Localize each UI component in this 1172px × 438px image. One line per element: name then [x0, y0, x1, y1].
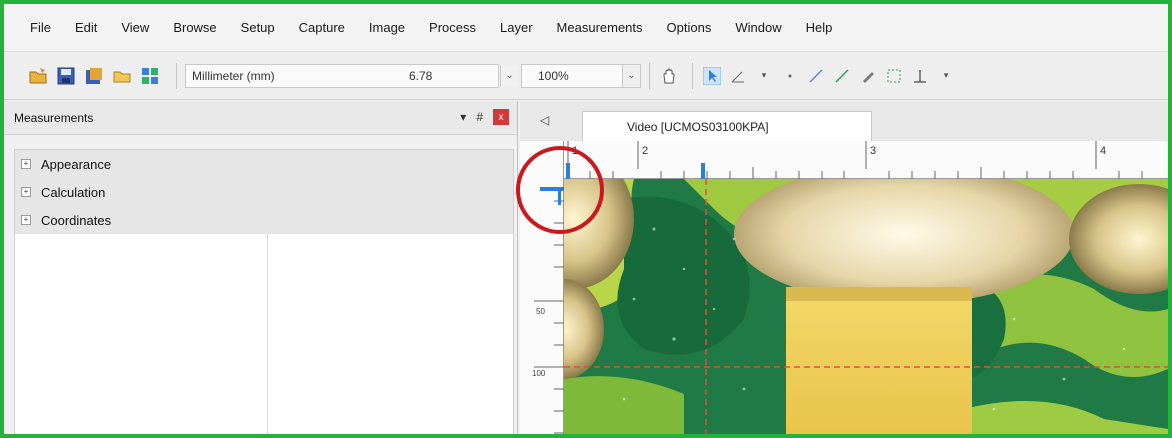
tab-title: Video [UCMOS03100KPA]: [627, 119, 769, 134]
chevron-down-icon[interactable]: ▾: [753, 65, 775, 87]
highlight-circle: [516, 146, 604, 234]
line-icon[interactable]: [805, 65, 827, 87]
browse-folder-icon[interactable]: [112, 66, 132, 86]
menu-capture[interactable]: Capture: [299, 20, 345, 35]
section-label: Calculation: [41, 184, 106, 200]
expand-icon[interactable]: +: [21, 215, 31, 225]
angle-icon[interactable]: [727, 65, 749, 87]
ruler-label: 100: [532, 369, 546, 378]
tab-scroll-left-icon[interactable]: ◁: [540, 113, 549, 127]
ruler-label: 2: [642, 145, 649, 157]
toolbar: Millimeter (mm) ⌄ 6.78 ⌄ 100% ⌄ ▾: [4, 52, 1168, 100]
perpendicular-icon[interactable]: [909, 65, 931, 87]
save-all-icon[interactable]: [84, 66, 104, 86]
section-label: Appearance: [41, 156, 112, 172]
image-viewport[interactable]: [564, 179, 1168, 434]
expand-icon[interactable]: +: [21, 159, 31, 169]
toolbar-separator: [692, 62, 693, 89]
menu-options[interactable]: Options: [667, 20, 712, 35]
pointer-icon[interactable]: [701, 65, 723, 87]
save-icon[interactable]: [56, 66, 76, 86]
menu-layer[interactable]: Layer: [500, 20, 533, 35]
pin-icon[interactable]: ▾: [460, 110, 466, 124]
panel-header: Measurements ▾ # x: [4, 101, 517, 135]
property-grid: + Appearance + Calculation + Coordinates: [14, 149, 514, 434]
document-area: ◁ Video [UCMOS03100KPA] 1 2 3 4 50 100: [520, 101, 1168, 434]
menu-measurements[interactable]: Measurements: [557, 20, 643, 35]
property-section-coordinates[interactable]: + Coordinates: [15, 206, 513, 234]
chevron-down-icon[interactable]: ⌄: [500, 64, 518, 87]
float-icon[interactable]: #: [476, 110, 483, 124]
menu-edit[interactable]: Edit: [75, 20, 97, 35]
menu-process[interactable]: Process: [429, 20, 476, 35]
menu-image[interactable]: Image: [369, 20, 405, 35]
section-label: Coordinates: [41, 212, 112, 228]
microscope-image: [564, 179, 1168, 434]
menu-bar: File Edit View Browse Setup Capture Imag…: [4, 4, 1168, 52]
menu-view[interactable]: View: [121, 20, 149, 35]
menu-window[interactable]: Window: [735, 20, 781, 35]
panel-controls: ▾ # x: [460, 109, 509, 125]
unit-select[interactable]: Millimeter (mm) ⌄: [185, 63, 410, 88]
column-divider[interactable]: [267, 234, 268, 434]
zoom-select-value: 100%: [538, 68, 569, 83]
ruler-label: 3: [870, 145, 877, 157]
panel-title: Measurements: [14, 110, 94, 125]
scale-select-value: 6.78: [409, 68, 433, 83]
unit-select-value: Millimeter (mm): [192, 68, 275, 83]
close-icon[interactable]: x: [493, 109, 509, 125]
pen-icon[interactable]: [857, 65, 879, 87]
chevron-down-icon[interactable]: ▾: [935, 65, 957, 87]
expand-icon[interactable]: +: [21, 187, 31, 197]
menu-browse[interactable]: Browse: [173, 20, 216, 35]
layout-icon[interactable]: [140, 66, 160, 86]
pan-hand-icon[interactable]: [658, 65, 680, 87]
point-icon[interactable]: [779, 65, 801, 87]
tab-strip: ◁ Video [UCMOS03100KPA]: [520, 101, 1168, 141]
menu-setup[interactable]: Setup: [241, 20, 275, 35]
ruler-label: 50: [536, 307, 545, 316]
menu-help[interactable]: Help: [806, 20, 833, 35]
horizontal-ruler[interactable]: 1 2 3 4: [564, 141, 1168, 179]
property-section-appearance[interactable]: + Appearance: [15, 150, 513, 178]
scale-select[interactable]: 6.78 ⌄: [389, 63, 518, 88]
polyline-icon[interactable]: [831, 65, 853, 87]
measurements-panel: Measurements ▾ # x + Appearance + Calcul…: [4, 101, 518, 434]
tab-video[interactable]: Video [UCMOS03100KPA]: [582, 111, 872, 141]
toolbar-separator: [176, 62, 177, 89]
open-folder-icon[interactable]: [28, 66, 48, 86]
menu-file[interactable]: File: [30, 20, 51, 35]
ruler-label: 4: [1100, 145, 1107, 157]
toolbar-separator: [649, 62, 650, 89]
application-window: File Edit View Browse Setup Capture Imag…: [0, 0, 1172, 438]
zoom-select[interactable]: 100% ⌄: [521, 63, 641, 88]
property-section-calculation[interactable]: + Calculation: [15, 178, 513, 206]
chevron-down-icon[interactable]: ⌄: [622, 64, 640, 87]
region-icon[interactable]: [883, 65, 905, 87]
